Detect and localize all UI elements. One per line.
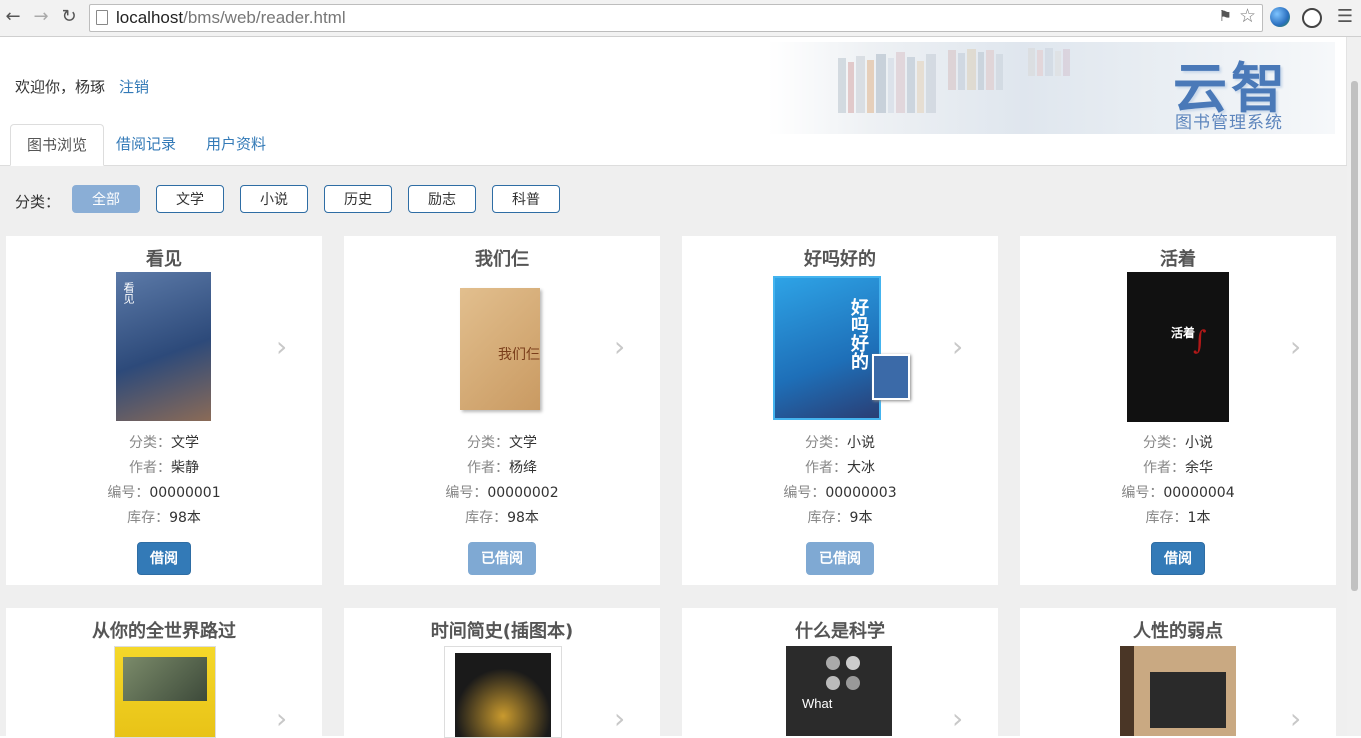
chevron-right-icon[interactable]: › [614,330,625,363]
chevron-right-icon[interactable]: › [1290,702,1301,735]
welcome-text: 欢迎你，杨琢 [15,78,106,96]
book-category: 分类：小说 [1143,435,1213,451]
book-cover-image[interactable] [1120,646,1236,736]
chevron-right-icon[interactable]: › [614,702,625,735]
book-title[interactable]: 时间简史(插图本) [344,617,660,643]
book-cover-image[interactable]: 好吗好的 [773,276,881,420]
book-cover-image[interactable] [114,646,216,738]
category-literature-button[interactable]: 文学 [156,185,224,213]
nav-tabs: 图书浏览 借阅记录 用户资料 [0,124,1347,166]
book-title[interactable]: 什么是科学 [682,617,998,643]
book-id: 编号：00000001 [107,485,221,501]
book-title[interactable]: 从你的全世界路过 [6,617,322,643]
book-id: 编号：00000003 [783,485,897,501]
url-text[interactable]: localhost/bms/web/reader.html [116,8,346,28]
chevron-right-icon[interactable]: › [276,702,287,735]
book-cover-image[interactable]: 活着 ∫ [1127,272,1229,422]
category-all-button[interactable]: 全部 [72,185,140,213]
category-science-button[interactable]: 科普 [492,185,560,213]
tab-browse-books[interactable]: 图书浏览 [10,124,105,166]
tab-user-profile[interactable]: 用户资料 [190,124,282,164]
bookshelf-image [838,48,1070,113]
reload-icon[interactable]: ↻ [58,6,80,28]
scrollbar-thumb[interactable] [1351,81,1358,591]
category-novel-button[interactable]: 小说 [240,185,308,213]
category-filter-label: 分类： [15,193,61,211]
book-category: 分类：小说 [805,435,875,451]
book-stock: 库存：1本 [1145,510,1211,526]
globe-extension-icon[interactable] [1270,7,1290,27]
browser-toolbar: ← → ↻ localhost/bms/web/reader.html ⚑ ☆ … [0,0,1361,37]
key-icon[interactable]: ⚑ [1219,7,1232,25]
book-title[interactable]: 人性的弱点 [1020,617,1336,643]
book-stock: 库存：98本 [127,510,201,526]
book-category: 分类：文学 [129,435,199,451]
book-id: 编号：00000004 [1121,485,1235,501]
borrowed-button[interactable]: 已借阅 [468,542,536,575]
address-bar[interactable]: localhost/bms/web/reader.html ⚑ ☆ [89,4,1263,32]
book-title[interactable]: 看见 [6,245,322,271]
book-author: 作者：杨绛 [467,460,537,476]
book-cover-image[interactable]: 我们仨 [460,288,540,410]
book-title[interactable]: 活着 [1020,245,1336,271]
tab-borrow-records[interactable]: 借阅记录 [100,124,192,164]
chevron-right-icon[interactable]: › [952,330,963,363]
logout-link[interactable]: 注销 [119,76,149,97]
borrow-button[interactable]: 借阅 [137,542,191,575]
book-card[interactable]: 活着 活着 ∫ › 分类：小说 作者：余华 编号：00000004 库存：1本 … [1020,236,1336,585]
page-icon [96,10,108,25]
category-inspiration-button[interactable]: 励志 [408,185,476,213]
page-scrollbar[interactable] [1346,37,1361,736]
book-title[interactable]: 好吗好的 [682,245,998,271]
chevron-right-icon[interactable]: › [952,702,963,735]
book-author: 作者：柴静 [129,460,199,476]
menu-icon[interactable]: ☰ [1337,6,1353,27]
book-thumbnail-image [872,354,910,400]
category-history-button[interactable]: 历史 [324,185,392,213]
book-cover-image[interactable]: What [786,646,892,736]
book-category: 分类：文学 [467,435,537,451]
banner-logo: 云智 图书管理系统 [768,42,1335,134]
book-card[interactable]: 什么是科学 What › [682,608,998,736]
forward-arrow-icon[interactable]: → [30,6,52,28]
chevron-right-icon[interactable]: › [1290,330,1301,363]
book-author: 作者：大冰 [805,460,875,476]
book-card[interactable]: 我们仨 我们仨 › 分类：文学 作者：杨绛 编号：00000002 库存：98本… [344,236,660,585]
book-card[interactable]: 从你的全世界路过 › [6,608,322,738]
borrowed-button[interactable]: 已借阅 [806,542,874,575]
book-cover-image[interactable] [444,646,562,738]
book-card[interactable]: 人性的弱点 › [1020,608,1336,736]
borrow-button[interactable]: 借阅 [1151,542,1205,575]
book-cover-image[interactable]: 看见 [116,272,211,421]
book-id: 编号：00000002 [445,485,559,501]
book-stock: 库存：9本 [807,510,873,526]
bookmark-star-icon[interactable]: ☆ [1239,5,1256,27]
book-card[interactable]: 时间简史(插图本) › [344,608,660,738]
book-stock: 库存：98本 [465,510,539,526]
book-title[interactable]: 我们仨 [344,245,660,271]
chevron-right-icon[interactable]: › [276,330,287,363]
book-card[interactable]: 好吗好的 好吗好的 › 分类：小说 作者：大冰 编号：00000003 库存：9… [682,236,998,585]
extension-icon[interactable] [1302,8,1322,28]
book-author: 作者：余华 [1143,460,1213,476]
book-browse-panel: 分类： 全部 文学 小说 历史 励志 科普 看见 看见 › 分类：文学 作者：柴… [0,166,1347,738]
back-arrow-icon[interactable]: ← [2,6,24,28]
book-card[interactable]: 看见 看见 › 分类：文学 作者：柴静 编号：00000001 库存：98本 借… [6,236,322,585]
